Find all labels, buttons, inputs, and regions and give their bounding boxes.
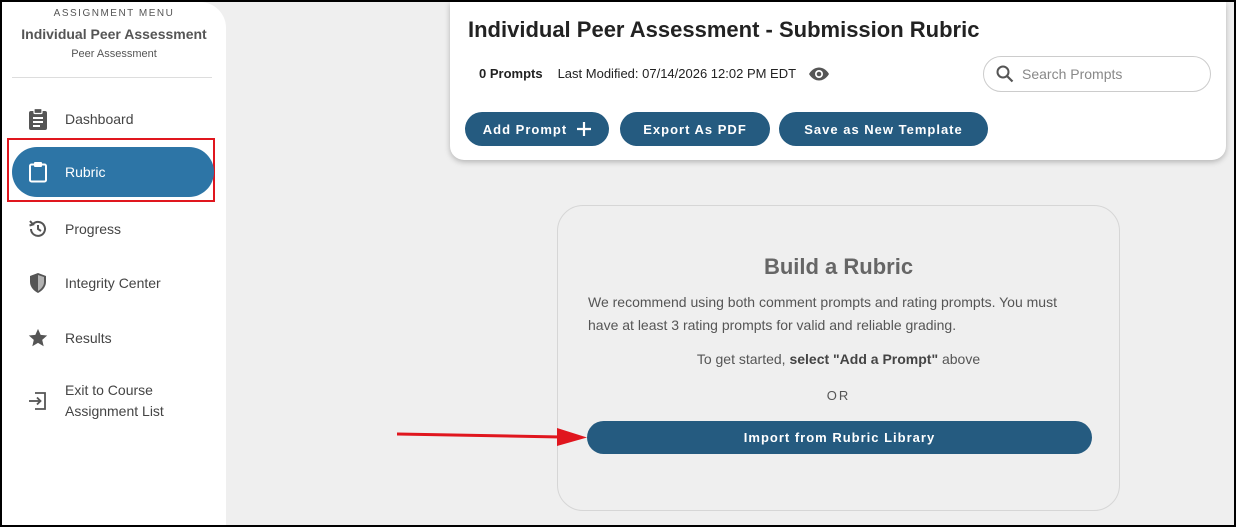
meta-row: 0 Prompts Last Modified: 07/14/2026 12:0… [479, 66, 830, 81]
app-frame: ASSIGNMENT MENU Individual Peer Assessme… [0, 0, 1236, 527]
sidebar-item-label: Exit to Course Assignment List [65, 380, 164, 422]
build-start-text: To get started, select "Add a Prompt" ab… [558, 351, 1119, 367]
start-bold: select "Add a Prompt" [789, 351, 939, 367]
clock-history-icon [25, 216, 51, 242]
header-card: Individual Peer Assessment - Submission … [450, 2, 1226, 160]
export-pdf-button[interactable]: Export As PDF [620, 112, 770, 146]
exit-label-line2: Assignment List [65, 403, 164, 419]
search-box[interactable] [983, 56, 1211, 92]
sidebar-item-results[interactable]: Results [12, 323, 214, 353]
or-divider: OR [826, 388, 851, 403]
export-pdf-label: Export As PDF [643, 121, 747, 137]
menu-caption: ASSIGNMENT MENU [53, 8, 175, 19]
add-prompt-button[interactable]: Add Prompt [465, 112, 609, 146]
sidebar-item-label: Dashboard [65, 111, 134, 127]
exit-icon [25, 388, 51, 414]
shield-icon [25, 270, 51, 296]
sidebar-item-progress[interactable]: Progress [12, 214, 214, 244]
star-icon [25, 325, 51, 351]
sidebar: ASSIGNMENT MENU Individual Peer Assessme… [2, 2, 226, 525]
menu-divider [12, 77, 212, 78]
start-suffix: above [938, 351, 981, 367]
save-template-label: Save as New Template [804, 121, 963, 137]
sidebar-item-label: Results [65, 330, 112, 346]
exit-label-line1: Exit to Course [65, 382, 153, 398]
menu-title: Individual Peer Assessment [21, 26, 207, 42]
start-prefix: To get started, [696, 351, 790, 367]
sidebar-item-integrity-center[interactable]: Integrity Center [12, 268, 214, 298]
sidebar-item-label: Rubric [65, 164, 106, 180]
page-title: Individual Peer Assessment - Submission … [468, 17, 980, 42]
build-title: Build a Rubric [763, 254, 914, 279]
clipboard-list-icon [25, 106, 51, 132]
last-modified: Last Modified: 07/14/2026 12:02 PM EDT [557, 66, 797, 81]
sidebar-item-rubric[interactable]: Rubric [12, 147, 214, 197]
eye-icon[interactable] [808, 67, 830, 81]
search-input[interactable] [1020, 65, 1194, 83]
clipboard-icon [25, 159, 51, 185]
menu-subtitle: Peer Assessment [71, 48, 157, 60]
sidebar-item-exit[interactable]: Exit to Course Assignment List [12, 378, 214, 424]
add-prompt-label: Add Prompt [482, 121, 568, 137]
sidebar-item-dashboard[interactable]: Dashboard [12, 104, 214, 134]
save-template-button[interactable]: Save as New Template [779, 112, 988, 146]
import-rubric-library-button[interactable]: Import from Rubric Library [587, 421, 1092, 454]
plus-icon [577, 122, 592, 136]
sidebar-item-label: Progress [65, 221, 122, 237]
prompt-count: 0 Prompts [479, 66, 543, 81]
red-arrow-icon [397, 428, 587, 446]
search-icon [996, 65, 1014, 83]
sidebar-item-label: Integrity Center [65, 275, 161, 291]
build-rubric-card: Build a Rubric We recommend using both c… [557, 205, 1120, 511]
build-description: We recommend using both comment prompts … [588, 294, 1057, 333]
import-label: Import from Rubric Library [743, 430, 936, 445]
